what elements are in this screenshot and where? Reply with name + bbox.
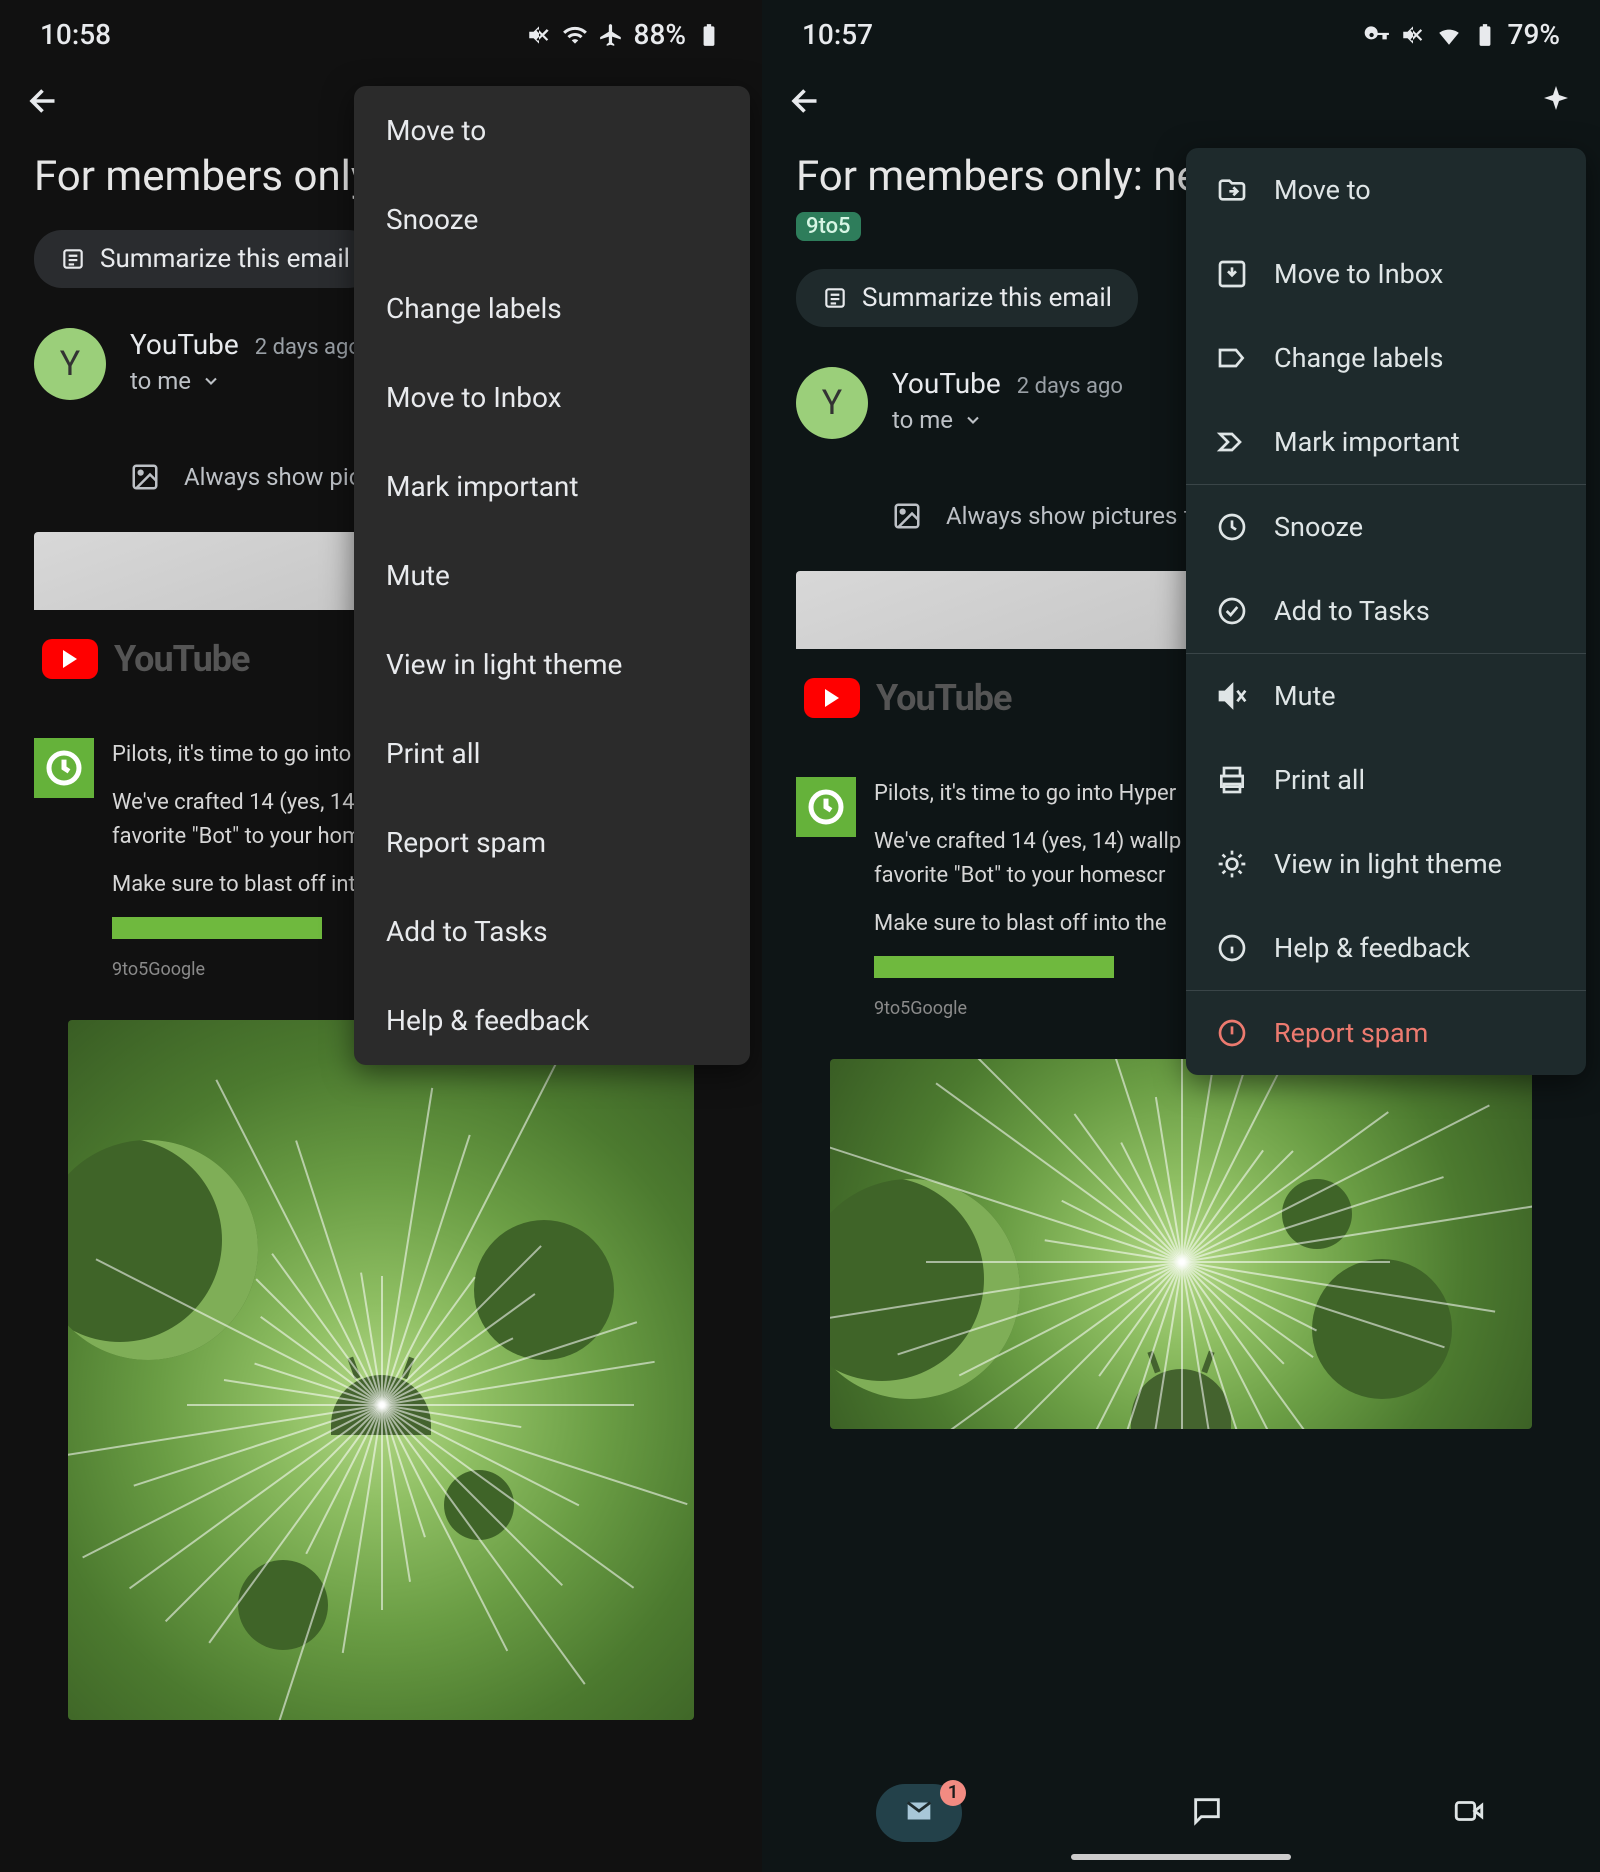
status-bar: 10:57 79% <box>762 0 1600 61</box>
menu-report-spam[interactable]: Report spam <box>354 798 750 887</box>
menu-move-to[interactable]: Move to <box>354 86 750 175</box>
clock-badge-icon <box>34 738 94 798</box>
summarize-label: Summarize this email <box>100 244 350 274</box>
battery-percent: 79% <box>1508 18 1560 51</box>
menu-snooze[interactable]: Snooze <box>354 175 750 264</box>
youtube-logo-icon <box>42 639 98 679</box>
label-badge: 9to5 <box>796 212 861 241</box>
youtube-wordmark: YouTube <box>876 677 1011 719</box>
highlighted-text <box>874 956 1114 978</box>
menu-move-to[interactable]: Move to <box>1186 148 1586 232</box>
recipient-row[interactable]: to me <box>892 406 1123 434</box>
menu-mark-important[interactable]: Mark important <box>354 442 750 531</box>
nav-chat[interactable] <box>1190 1794 1224 1832</box>
back-icon[interactable] <box>786 81 826 121</box>
sender-time: 2 days ago <box>255 335 361 360</box>
mail-icon <box>902 1794 936 1828</box>
folder-move-icon <box>1216 174 1248 206</box>
wallpaper-artwork <box>830 1059 1532 1429</box>
overflow-menu: Move to Move to Inbox Change labels Mark… <box>1186 148 1586 1075</box>
summarize-chip[interactable]: Summarize this email <box>796 269 1138 327</box>
menu-snooze[interactable]: Snooze <box>1186 485 1586 569</box>
battery-icon <box>1472 22 1498 48</box>
menu-help-feedback[interactable]: Help & feedback <box>1186 906 1586 990</box>
chevron-down-icon <box>201 371 221 391</box>
youtube-logo-icon <box>804 678 860 718</box>
summarize-label: Summarize this email <box>862 283 1112 313</box>
inbox-icon <box>1216 258 1248 290</box>
clock-icon <box>1216 511 1248 543</box>
menu-mute[interactable]: Mute <box>354 531 750 620</box>
label-icon <box>1216 342 1248 374</box>
phone-screenshot-right: 10:57 79% For members only: new 9to5 Sum… <box>762 0 1600 1872</box>
vpn-key-icon <box>1364 22 1390 48</box>
menu-help-feedback[interactable]: Help & feedback <box>354 976 750 1065</box>
menu-add-to-tasks[interactable]: Add to Tasks <box>1186 569 1586 653</box>
summarize-chip[interactable]: Summarize this email <box>34 230 376 288</box>
airplane-icon <box>598 22 624 48</box>
phone-screenshot-left: 10:58 88% For members only: n post 9to5 … <box>0 0 762 1872</box>
menu-move-to-inbox[interactable]: Move to Inbox <box>354 353 750 442</box>
nav-meet[interactable] <box>1452 1794 1486 1832</box>
youtube-wordmark: YouTube <box>114 638 249 680</box>
recipient-row[interactable]: to me <box>130 367 361 395</box>
important-icon <box>1216 426 1248 458</box>
menu-change-labels[interactable]: Change labels <box>1186 316 1586 400</box>
status-icons: 79% <box>1364 18 1560 51</box>
nav-mail[interactable]: 1 <box>876 1784 962 1842</box>
menu-print-all[interactable]: Print all <box>354 709 750 798</box>
sparkle-icon[interactable] <box>1536 81 1576 121</box>
wifi-icon <box>562 22 588 48</box>
battery-percent: 88% <box>634 18 686 51</box>
sender-avatar: Y <box>34 328 106 400</box>
mute-icon <box>1216 680 1248 712</box>
wifi-icon <box>1436 22 1462 48</box>
info-icon <box>1216 932 1248 964</box>
printer-icon <box>1216 764 1248 796</box>
chevron-down-icon <box>963 410 983 430</box>
menu-mute[interactable]: Mute <box>1186 654 1586 738</box>
menu-change-labels[interactable]: Change labels <box>354 264 750 353</box>
menu-move-to-inbox[interactable]: Move to Inbox <box>1186 232 1586 316</box>
menu-report-spam[interactable]: Report spam <box>1186 991 1586 1075</box>
menu-mark-important[interactable]: Mark important <box>1186 400 1586 484</box>
menu-add-to-tasks[interactable]: Add to Tasks <box>354 887 750 976</box>
wallpaper-artwork <box>68 1020 694 1720</box>
alert-icon <box>1216 1017 1248 1049</box>
highlighted-text <box>112 917 322 939</box>
back-icon[interactable] <box>24 81 64 121</box>
app-bar <box>762 61 1600 141</box>
menu-view-light-theme[interactable]: View in light theme <box>1186 822 1586 906</box>
status-bar: 10:58 88% <box>0 0 762 61</box>
overflow-menu: Move to Snooze Change labels Move to Inb… <box>354 86 750 1065</box>
home-indicator <box>1071 1854 1291 1860</box>
status-time: 10:58 <box>40 18 111 51</box>
image-icon <box>892 501 922 531</box>
sender-name: YouTube <box>892 367 1001 400</box>
sun-icon <box>1216 848 1248 880</box>
sender-name: YouTube <box>130 328 239 361</box>
sender-time: 2 days ago <box>1017 374 1123 399</box>
sender-avatar: Y <box>796 367 868 439</box>
battery-icon <box>696 22 722 48</box>
chat-icon <box>1190 1794 1224 1828</box>
menu-print-all[interactable]: Print all <box>1186 738 1586 822</box>
clock-badge-icon <box>796 777 856 837</box>
mute-icon <box>526 22 552 48</box>
task-check-icon <box>1216 595 1248 627</box>
image-icon <box>130 462 160 492</box>
bottom-nav: 1 <box>762 1752 1600 1872</box>
video-icon <box>1452 1794 1486 1828</box>
mute-icon <box>1400 22 1426 48</box>
status-icons: 88% <box>526 18 722 51</box>
menu-view-light-theme[interactable]: View in light theme <box>354 620 750 709</box>
status-time: 10:57 <box>802 18 873 51</box>
nav-badge: 1 <box>940 1780 966 1806</box>
